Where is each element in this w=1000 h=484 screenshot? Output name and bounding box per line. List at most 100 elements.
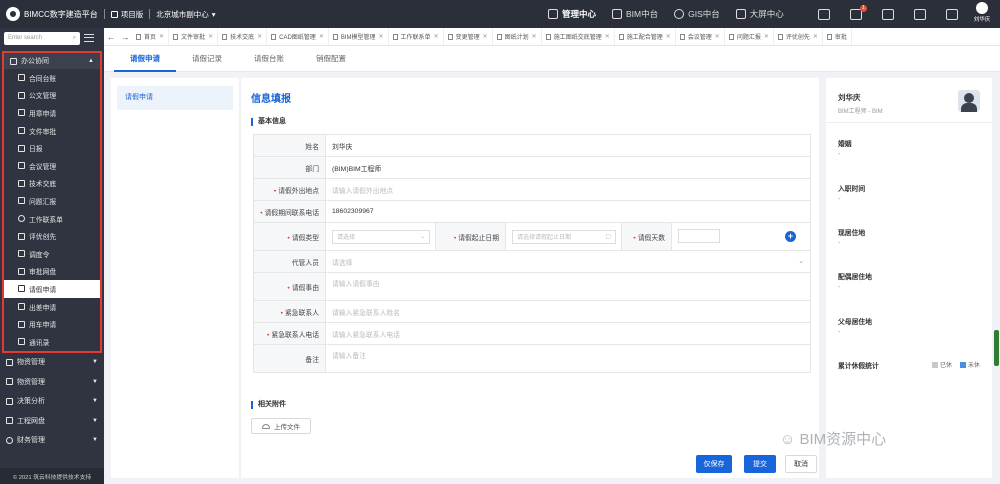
sidebar-item-disk[interactable]: 审批网盘 [4,263,100,281]
tab-cad[interactable]: CAD图纸管理 ✕ [267,28,329,45]
chevron-down-icon: ⌄ [798,257,804,265]
save-draft-button[interactable]: 仅保存 [696,455,732,473]
tab-coordination[interactable]: 施工配合管理 ✕ [615,28,676,45]
leave-form-table: 姓名 刘华庆 部门 (BIM)BIM工程师 • 请假外出地点 请输入请假外出地点 … [253,134,811,373]
sidebar-item-dispatch[interactable]: 调度令 [4,245,100,263]
form-title: 信息填报 [251,94,291,105]
nav-bim-center[interactable]: BIM中台 [612,8,658,20]
sidebar-item-daily[interactable]: 日报 [4,139,100,157]
sidebar-item-leave[interactable]: 请假申请 [4,280,100,298]
subtab-cancel-config[interactable]: 销假配置 [300,46,362,72]
place-input[interactable]: 请输入请假外出地点 [325,178,811,201]
message-icon[interactable] [818,8,830,20]
leave-type-select[interactable]: 请选择 ⌄ [332,229,430,244]
copyright: © 2021 筑云科技提供技术支持 [0,468,104,484]
nav-screen-center[interactable]: 大屏中心 [735,8,784,20]
nav-management-center[interactable]: 管理中心 [548,8,596,20]
sidebar-item-issue[interactable]: 问题汇报 [4,192,100,210]
tab-meeting[interactable]: 会议管理 ✕ [676,28,725,45]
sidebar-item-file-approval[interactable]: 文件审批 [4,122,100,140]
org-label: 北京城市副中心 [156,9,209,19]
disk-icon [18,267,25,275]
cancel-button[interactable]: 取消 [785,455,817,473]
close-icon[interactable]: ✕ [715,33,720,40]
sidebar-search-input[interactable]: Enter search ⌕ [4,31,80,45]
page-icon [332,33,338,40]
close-icon[interactable]: ✕ [319,33,324,40]
page-icon [728,33,734,40]
tab-issue[interactable]: 问题汇报 ✕ [725,28,774,45]
sidebar-item-document[interactable]: 公文管理 [4,87,100,105]
place-label: • 请假外出地点 [253,178,326,201]
tab-approval[interactable]: 审批 [823,28,852,45]
sidebar-group-office[interactable]: 办公协同 ▲ [4,53,100,69]
tab-drawing-plan[interactable]: 图纸计划 ✕ [493,28,542,45]
close-icon[interactable]: ✕ [159,33,164,40]
tab-contact-sheet[interactable]: 工作联系单 ✕ [389,28,444,45]
note-textarea[interactable]: 请输入备注 [325,344,811,373]
reason-textarea[interactable]: 请输入请假事由 [325,272,811,301]
subtab-leave-request[interactable]: 请假申请 [114,46,176,72]
subtab-leave-records[interactable]: 请假记录 [176,46,238,72]
close-icon[interactable]: ✕ [208,33,213,40]
close-icon[interactable]: ✕ [605,33,610,40]
close-icon[interactable]: ✕ [257,33,262,40]
back-arrow-icon[interactable]: ← [104,32,118,42]
leave-date-range[interactable]: 请选择请假起止日期 ▢ [512,229,616,244]
sidebar-group-disk[interactable]: 工程网盘 ▼ [0,411,104,431]
left-panel-item-leave[interactable]: 请假申请 [117,86,233,110]
tab-change[interactable]: 变更管理 ✕ [444,28,493,45]
tab-file-approval[interactable]: 文件审批 ✕ [169,28,219,45]
user-menu[interactable]: 刘华庆 [968,2,996,23]
close-icon[interactable]: ✕ [483,33,488,40]
tab-tech[interactable]: 技术交底 ✕ [218,28,268,45]
sidebar-item-contract[interactable]: 合同台账 [4,69,100,87]
sidebar-item-meeting[interactable]: 会议管理 [4,157,100,175]
leave-days-input[interactable] [678,228,720,243]
close-icon[interactable]: ✕ [764,33,769,40]
sidebar-group-materials-1[interactable]: 物资管理 ▼ [0,353,104,373]
project-switch[interactable]: 项目版 [110,9,143,20]
close-icon[interactable]: ✕ [379,33,384,40]
agent-select[interactable]: 请选择 ⌄ [325,250,811,273]
close-icon[interactable]: ✕ [532,33,537,40]
add-icon[interactable]: + [785,231,796,242]
sidebar-item-excellence[interactable]: 评优创先 [4,227,100,245]
tab-home[interactable]: 首页 ✕ [132,28,170,45]
sidebar-item-car[interactable]: 用车申请 [4,315,100,333]
forward-arrow-icon[interactable]: → [118,32,132,42]
sidebar-item-tech[interactable]: 技术交底 [4,175,100,193]
sidebar-group-materials-2[interactable]: 物资管理 ▼ [0,372,104,392]
tab-bim[interactable]: BIM模型管理 ✕ [329,28,389,45]
scrollbar-thumb[interactable] [994,330,999,366]
close-icon[interactable]: ✕ [813,33,818,40]
sidebar-item-contacts[interactable]: 通讯录 [4,333,100,351]
nav-gis-center[interactable]: GIS中台 [674,8,720,20]
window-icon[interactable] [882,8,894,20]
page-icon [679,33,685,40]
submit-button[interactable]: 提交 [744,455,776,473]
app-icon[interactable] [914,8,926,20]
tab-drawing-brief[interactable]: 施工图纸交底管理 ✕ [542,28,615,45]
sidebar-item-contact-sheet[interactable]: 工作联系单 [4,210,100,228]
sidebar-group-decision[interactable]: 决策分析 ▼ [0,392,104,412]
menu-toggle-icon[interactable] [84,34,94,42]
subtab-leave-ledger[interactable]: 请假台账 [238,46,300,72]
upload-file-button[interactable]: 上传文件 [251,418,311,434]
phone-input[interactable]: 18602309967 [325,200,811,223]
contact-phone-input[interactable]: 请输入紧急联系人电话 [325,322,811,345]
contact-input[interactable]: 请输入紧急联系人姓名 [325,300,811,323]
fullscreen-icon[interactable] [946,8,958,20]
sidebar-group-finance[interactable]: 财务管理 ▼ [0,431,104,451]
page-scrollbar[interactable] [992,78,1000,478]
sidebar-item-seal[interactable]: 用章申请 [4,104,100,122]
close-icon[interactable]: ✕ [666,33,671,40]
tab-excellence[interactable]: 评优创先 ✕ [774,28,823,45]
brand-title: BIMCC数字建造平台 [24,9,98,19]
cloud-upload-icon [262,423,270,429]
sidebar-item-trip[interactable]: 出差申请 [4,298,100,316]
org-selector[interactable]: 北京城市副中心 ▾ [156,9,215,20]
close-icon[interactable]: ✕ [434,33,439,40]
todo-icon[interactable]: 1 [850,4,867,20]
chevron-down-icon: ▼ [92,359,98,366]
